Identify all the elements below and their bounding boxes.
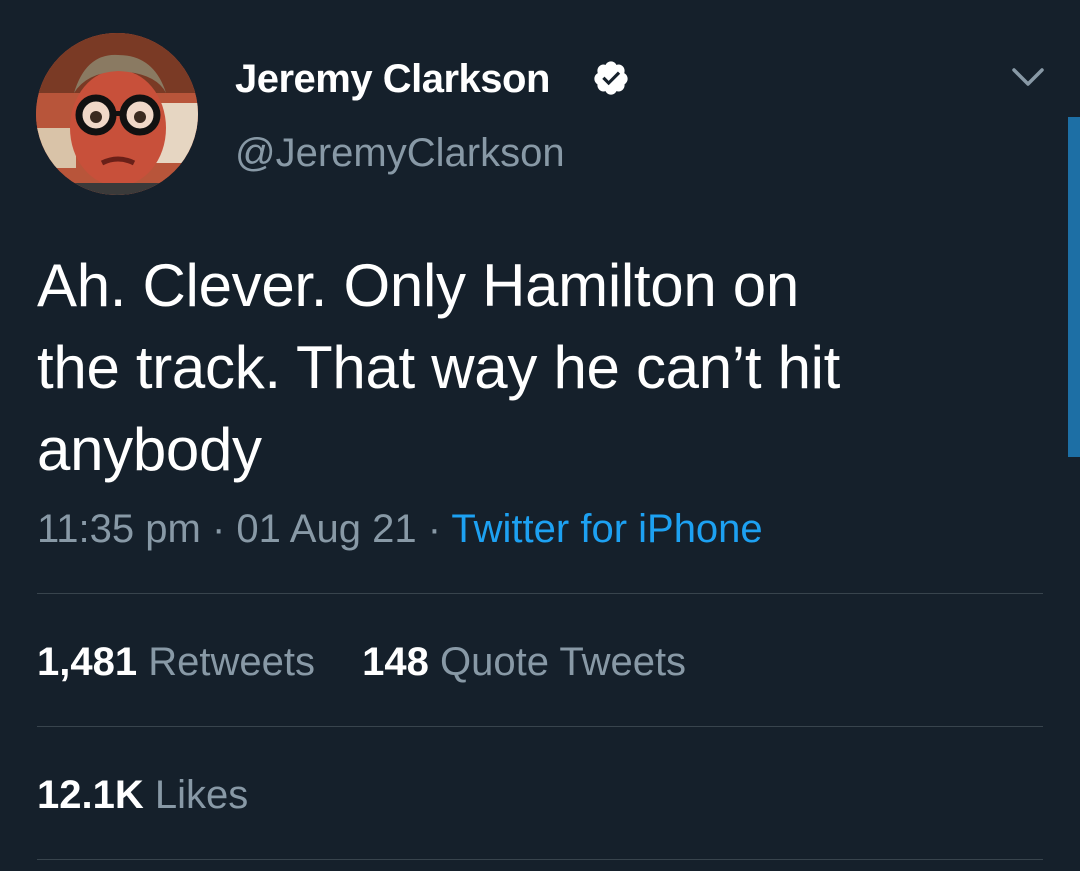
retweets-stat[interactable]: 1,481 Retweets xyxy=(37,638,315,686)
tweet-date[interactable]: 01 Aug 21 xyxy=(236,507,416,551)
tweet-meta: 11:35 pm · 01 Aug 21 · Twitter for iPhon… xyxy=(37,505,763,553)
tweet-source-link[interactable]: Twitter for iPhone xyxy=(451,507,762,551)
scrollbar[interactable] xyxy=(1068,117,1080,457)
retweets-count: 1,481 xyxy=(37,640,138,684)
divider xyxy=(37,859,1043,860)
quote-tweets-stat[interactable]: 148 Quote Tweets xyxy=(362,638,686,686)
engagement-stats-row: 1,481 Retweets 148 Quote Tweets xyxy=(37,638,722,686)
tweet-time[interactable]: 11:35 pm xyxy=(37,507,201,551)
chevron-down-icon[interactable] xyxy=(1010,62,1046,92)
retweets-label: Retweets xyxy=(148,640,315,684)
likes-stats-row: 12.1K Likes xyxy=(37,771,284,819)
likes-label: Likes xyxy=(154,773,249,817)
divider xyxy=(37,726,1043,727)
meta-separator: · xyxy=(427,507,442,551)
meta-separator: · xyxy=(211,507,226,551)
avatar-image xyxy=(36,33,198,195)
divider xyxy=(37,593,1043,594)
tweet-detail: Jeremy Clarkson @JeremyClarkson Ah. Clev… xyxy=(0,0,1080,871)
quote-tweets-count: 148 xyxy=(362,640,429,684)
user-handle[interactable]: @JeremyClarkson xyxy=(235,130,565,176)
likes-stat[interactable]: 12.1K Likes xyxy=(37,771,248,819)
verified-badge-icon xyxy=(594,61,628,95)
display-name[interactable]: Jeremy Clarkson xyxy=(235,56,550,102)
tweet-text: Ah. Clever. Only Hamilton on the track. … xyxy=(37,252,841,483)
quote-tweets-label: Quote Tweets xyxy=(439,640,687,684)
avatar[interactable] xyxy=(36,33,198,195)
likes-count: 12.1K xyxy=(37,773,144,817)
